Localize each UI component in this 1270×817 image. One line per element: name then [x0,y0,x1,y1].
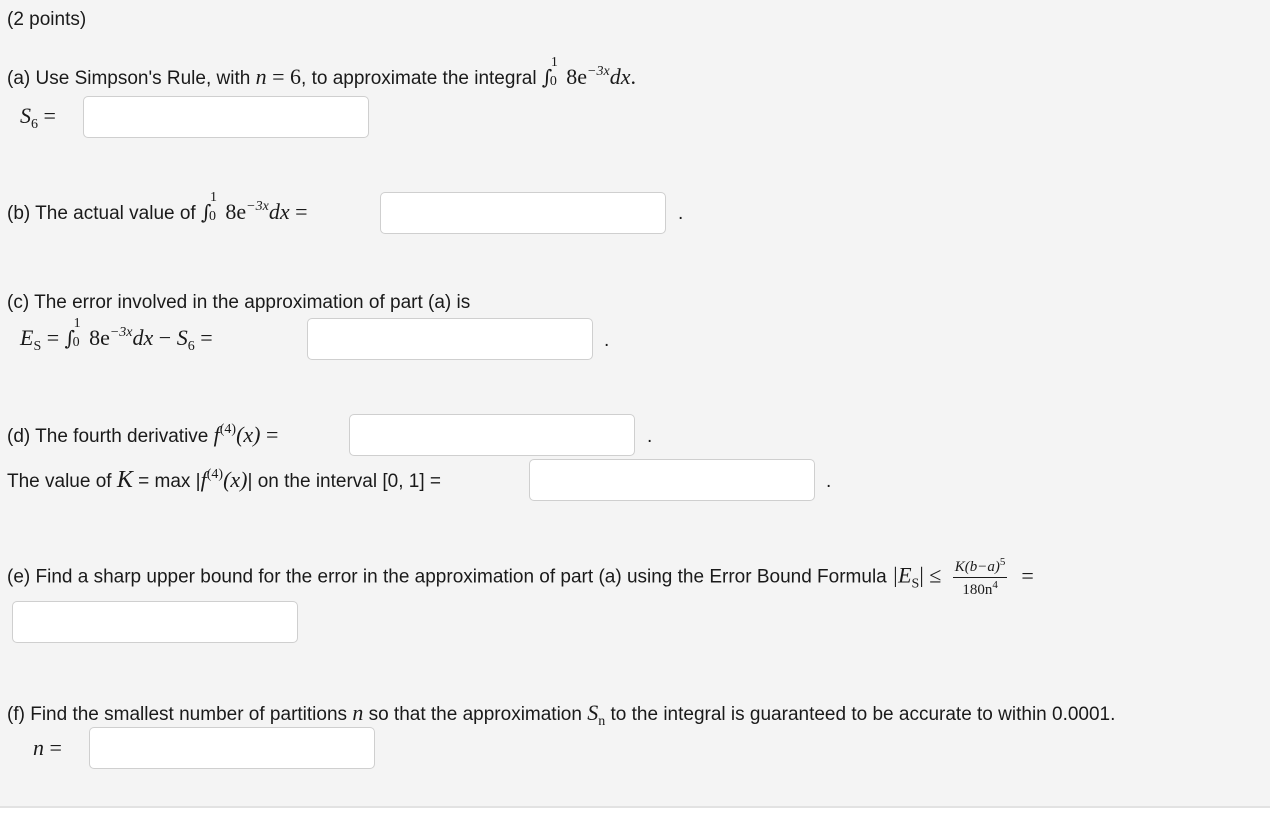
part-c-question: (c) The error involved in the approximat… [7,292,471,313]
s6-answer-input[interactable] [83,96,369,138]
partitions-input[interactable] [89,727,375,769]
period: . [678,203,684,224]
integral-sign: ∫ 1 0 [64,316,81,350]
s6-label: S6 = [20,103,56,132]
integral-sign: ∫ 1 0 [541,55,558,89]
error-expression: ES = ∫ 1 0 8e−3xdx − S6 = [20,316,213,354]
actual-value-input[interactable] [380,192,666,234]
part-a-question: (a) Use Simpson's Rule, with n = 6, to a… [7,55,636,89]
fourth-derivative-input[interactable] [349,414,635,456]
part-e-question: (e) Find a sharp upper bound for the err… [7,556,1034,598]
period: . [647,426,653,447]
part-b-question: (b) The actual value of ∫ 1 0 8e−3xdx = [7,190,308,224]
part-f-question: (f) Find the smallest number of partitio… [7,700,1116,729]
error-input[interactable] [307,318,593,360]
integral-sign: ∫ 1 0 [200,190,217,224]
error-bound-fraction: K(b−a)5 180n4 [952,556,1008,598]
period: . [604,330,610,351]
error-bound-input[interactable] [12,601,298,643]
period: . [826,471,832,492]
points-label: (2 points) [7,9,87,30]
part-d-question: (d) The fourth derivative f(4)(x) = [7,422,279,447]
k-value-input[interactable] [529,459,815,501]
n-label: n = [33,735,62,760]
k-value-question: The value of K = max |f(4)(x)| on the in… [7,467,441,493]
